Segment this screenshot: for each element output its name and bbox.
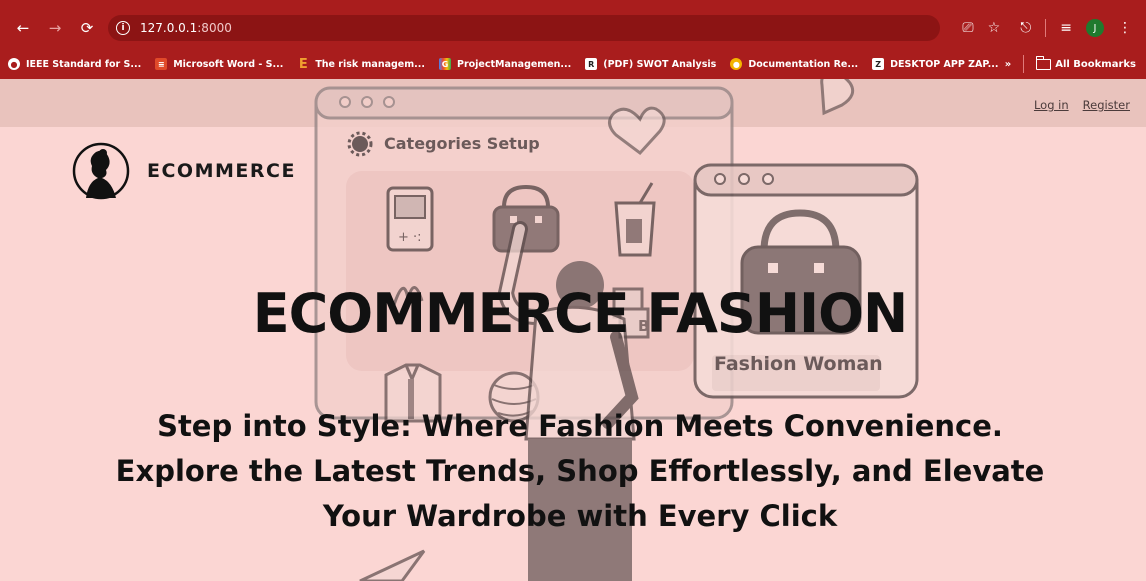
reading-list-icon[interactable]: ≡ xyxy=(1060,20,1072,36)
hero-title: ECOMMERCE FASHION xyxy=(252,282,908,345)
register-link[interactable]: Register xyxy=(1083,98,1130,112)
bookmarks-divider xyxy=(1023,55,1025,73)
browser-toolbar: ← → ⟳ i 127.0.0.1:8000 ⎚ ☆ ⎋ ≡ J ⋮ xyxy=(0,10,1146,46)
gear-icon xyxy=(347,131,373,157)
folder-icon xyxy=(1035,55,1052,70)
extensions-icon[interactable]: ⎋ xyxy=(1020,20,1031,36)
bookmark-label: (PDF) SWOT Analysis xyxy=(603,58,717,70)
bookmarks-right: » All Bookmarks xyxy=(1005,52,1136,76)
woman-silhouette-logo-icon xyxy=(72,142,130,200)
hero-subtitle: Step into Style: Where Fashion Meets Con… xyxy=(60,404,1100,539)
all-bookmarks-button[interactable]: All Bookmarks xyxy=(1035,55,1136,70)
bookmark-item[interactable]: Z DESKTOP APP ZAP... xyxy=(872,58,998,70)
browser-chrome: ← → ⟳ i 127.0.0.1:8000 ⎚ ☆ ⎋ ≡ J ⋮ ● IEEE… xyxy=(0,0,1146,79)
page-content: Categories Setup + ·: B Fashion Woman Lo… xyxy=(0,79,1146,581)
e-icon: E xyxy=(298,56,308,72)
all-bookmarks-label: All Bookmarks xyxy=(1055,58,1136,70)
bookmark-label: The risk managem... xyxy=(315,58,425,70)
researchgate-icon: R xyxy=(585,58,598,70)
forward-arrow-icon[interactable]: → xyxy=(44,17,66,39)
bookmark-item[interactable]: ● IEEE Standard for S... xyxy=(8,58,141,70)
z-icon: Z xyxy=(872,58,885,70)
login-link[interactable]: Log in xyxy=(1034,98,1069,112)
hero-subtitle-line: Step into Style: Where Fashion Meets Con… xyxy=(157,409,1003,443)
bookmarks-overflow-button[interactable]: » xyxy=(1005,59,1011,70)
bookmark-item[interactable]: R (PDF) SWOT Analysis xyxy=(585,58,716,70)
bookmark-item[interactable]: G ProjectManagemen... xyxy=(438,58,572,70)
pdf-icon: ≡ xyxy=(155,58,168,70)
bookmarks-bar: ● IEEE Standard for S... ≡ Microsoft Word … xyxy=(0,52,1146,76)
auth-links: Log in Register xyxy=(1034,98,1130,112)
chrome-icon: ● xyxy=(730,58,743,70)
more-menu-icon[interactable]: ⋮ xyxy=(1118,20,1132,36)
profile-avatar[interactable]: J xyxy=(1086,19,1104,37)
install-app-icon[interactable]: ⎚ xyxy=(962,20,973,36)
bookmark-item[interactable]: ≡ Microsoft Word - S... xyxy=(155,58,283,70)
url-port: :8000 xyxy=(197,21,232,35)
bookmark-item[interactable]: E The risk managem... xyxy=(297,56,425,72)
bookmark-label: Documentation Re... xyxy=(748,58,859,70)
paper-plane-icon xyxy=(359,549,426,581)
game-console-icon: + ·: xyxy=(386,186,434,252)
toolbar-divider xyxy=(1045,19,1047,37)
back-arrow-icon[interactable]: ← xyxy=(12,17,34,39)
address-bar[interactable]: i 127.0.0.1:8000 xyxy=(108,15,940,41)
google-icon: G xyxy=(438,58,451,70)
brand-name: ECOMMERCE xyxy=(147,160,296,182)
bookmark-label: Microsoft Word - S... xyxy=(173,58,284,70)
svg-text:+ ·:: + ·: xyxy=(398,230,422,245)
hero-subtitle-line: Explore the Latest Trends, Shop Effortle… xyxy=(115,454,1045,488)
bookmark-star-icon[interactable]: ☆ xyxy=(988,20,1001,36)
panel-title: Categories Setup xyxy=(384,134,540,153)
brand[interactable]: ECOMMERCE xyxy=(72,142,296,200)
site-info-icon[interactable]: i xyxy=(116,21,130,35)
reload-icon[interactable]: ⟳ xyxy=(76,17,98,39)
card-label: Fashion Woman xyxy=(714,353,883,375)
bookmark-label: DESKTOP APP ZAP... xyxy=(890,58,999,70)
bookmark-label: ProjectManagemen... xyxy=(456,58,572,70)
url-host: 127.0.0.1 xyxy=(140,21,198,35)
bookmark-item[interactable]: ● Documentation Re... xyxy=(730,58,858,70)
toolbar-actions: ⎚ ☆ ⎋ ≡ J ⋮ xyxy=(962,10,1132,46)
bookmark-label: IEEE Standard for S... xyxy=(26,58,142,70)
url-text[interactable]: 127.0.0.1:8000 xyxy=(140,21,232,35)
globe-icon: ● xyxy=(8,58,20,70)
hero-subtitle-line: Your Wardrobe with Every Click xyxy=(322,499,838,533)
